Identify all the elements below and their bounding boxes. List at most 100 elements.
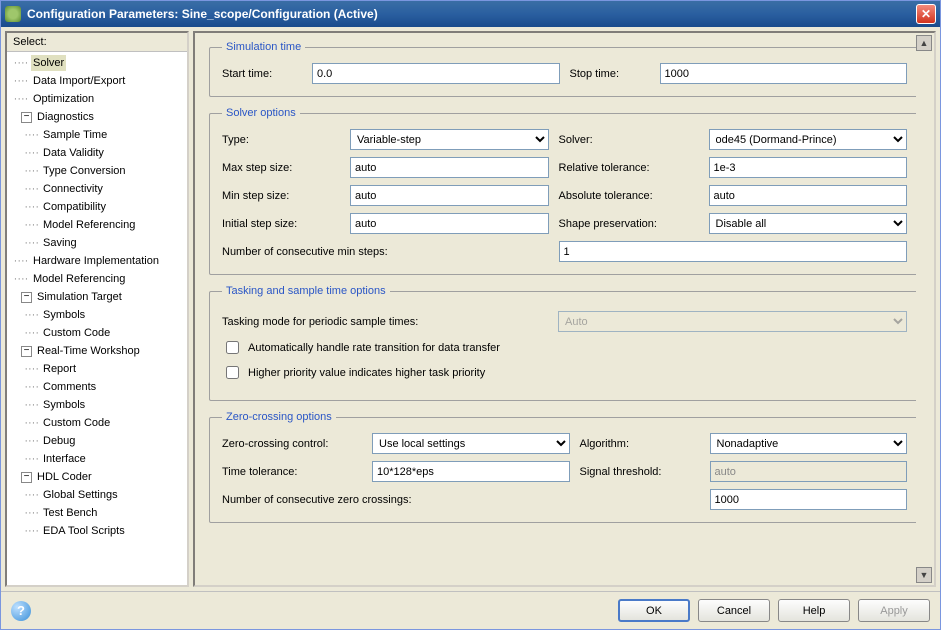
tree-expander-icon[interactable]: −	[21, 112, 32, 123]
consec-min-label: Number of consecutive min steps:	[222, 246, 549, 258]
zc-consec-label: Number of consecutive zero crossings:	[222, 494, 570, 506]
abstol-input[interactable]	[709, 185, 908, 206]
initstep-label: Initial step size:	[222, 218, 340, 230]
tree-item-label: Symbols	[41, 307, 87, 323]
solver-select[interactable]: ode45 (Dormand-Prince)	[709, 129, 908, 150]
tree-item[interactable]: ····Connectivity	[7, 180, 187, 198]
maxstep-input[interactable]	[350, 157, 549, 178]
tree-item-label: Saving	[41, 235, 79, 251]
initstep-input[interactable]	[350, 213, 549, 234]
tree-item[interactable]: ····Model Referencing	[7, 270, 187, 288]
tasking-mode-select: Auto	[558, 311, 907, 332]
cancel-button[interactable]: Cancel	[698, 599, 770, 622]
tree-item[interactable]: ····Comments	[7, 378, 187, 396]
tree-item-label: Report	[41, 361, 78, 377]
tree-item[interactable]: −Simulation Target	[7, 288, 187, 306]
auto-rate-transition-checkbox[interactable]	[226, 341, 239, 354]
close-button[interactable]: ✕	[916, 4, 936, 24]
reltol-label: Relative tolerance:	[559, 162, 699, 174]
apply-button[interactable]: Apply	[858, 599, 930, 622]
tree-item-label: Debug	[41, 433, 77, 449]
zc-control-select[interactable]: Use local settings	[372, 433, 570, 454]
shape-select[interactable]: Disable all	[709, 213, 908, 234]
tree-item[interactable]: ····Data Validity	[7, 144, 187, 162]
higher-priority-checkbox[interactable]	[226, 366, 239, 379]
sidebar-header: Select:	[7, 33, 187, 52]
tree-item[interactable]: ····Custom Code	[7, 324, 187, 342]
tree-item-label: Custom Code	[41, 325, 112, 341]
tree-item[interactable]: ····Model Referencing	[7, 216, 187, 234]
ok-button[interactable]: OK	[618, 599, 690, 622]
scroll-up-icon[interactable]: ▲	[916, 35, 932, 51]
type-select[interactable]: Variable-step	[350, 129, 549, 150]
stop-time-label: Stop time:	[570, 68, 650, 80]
category-tree[interactable]: ····Solver····Data Import/Export····Opti…	[7, 52, 187, 585]
tree-item[interactable]: −Diagnostics	[7, 108, 187, 126]
tree-item[interactable]: −HDL Coder	[7, 468, 187, 486]
tree-item-label: Diagnostics	[35, 109, 96, 125]
tree-item[interactable]: ····Symbols	[7, 306, 187, 324]
config-params-window: Configuration Parameters: Sine_scope/Con…	[0, 0, 941, 630]
tree-item[interactable]: ····Saving	[7, 234, 187, 252]
scroll-down-icon[interactable]: ▼	[916, 567, 932, 583]
start-time-input[interactable]	[312, 63, 560, 84]
tree-item-label: Custom Code	[41, 415, 112, 431]
zero-crossing-group: Zero-crossing options Zero-crossing cont…	[209, 411, 920, 523]
auto-rate-transition-label: Automatically handle rate transition for…	[248, 342, 500, 354]
tree-item[interactable]: ····Custom Code	[7, 414, 187, 432]
tree-item[interactable]: ····Solver	[7, 54, 187, 72]
tree-item[interactable]: ····Global Settings	[7, 486, 187, 504]
simulation-time-group: Simulation time Start time: Stop time:	[209, 41, 920, 97]
tree-expander-icon[interactable]: −	[21, 472, 32, 483]
zc-algo-select[interactable]: Nonadaptive	[710, 433, 908, 454]
tree-item[interactable]: ····Interface	[7, 450, 187, 468]
content-scrollbar[interactable]: ▲ ▼	[916, 35, 932, 583]
maxstep-label: Max step size:	[222, 162, 340, 174]
tree-item-label: Connectivity	[41, 181, 105, 197]
tree-item-label: EDA Tool Scripts	[41, 523, 127, 539]
tree-item[interactable]: ····Hardware Implementation	[7, 252, 187, 270]
tree-item[interactable]: ····Type Conversion	[7, 162, 187, 180]
tree-item-label: Data Import/Export	[31, 73, 127, 89]
tree-expander-icon[interactable]: −	[21, 292, 32, 303]
tree-item[interactable]: ····Report	[7, 360, 187, 378]
app-icon	[5, 6, 21, 22]
tree-item-label: Simulation Target	[35, 289, 124, 305]
tree-item[interactable]: ····Compatibility	[7, 198, 187, 216]
zc-sigthresh-input	[710, 461, 908, 482]
tree-item[interactable]: ····Sample Time	[7, 126, 187, 144]
tree-item-label: Sample Time	[41, 127, 109, 143]
zc-sigthresh-label: Signal threshold:	[580, 466, 700, 478]
solver-label: Solver:	[559, 134, 699, 146]
tree-expander-icon[interactable]: −	[21, 346, 32, 357]
higher-priority-label: Higher priority value indicates higher t…	[248, 367, 485, 379]
stop-time-input[interactable]	[660, 63, 908, 84]
tree-item[interactable]: −Real-Time Workshop	[7, 342, 187, 360]
zc-timetol-input[interactable]	[372, 461, 570, 482]
tree-item[interactable]: ····Debug	[7, 432, 187, 450]
tasking-mode-label: Tasking mode for periodic sample times:	[222, 316, 552, 328]
tree-item-label: Compatibility	[41, 199, 108, 215]
minstep-label: Min step size:	[222, 190, 340, 202]
tree-item-label: Symbols	[41, 397, 87, 413]
tree-item[interactable]: ····Optimization	[7, 90, 187, 108]
tree-item-label: Hardware Implementation	[31, 253, 161, 269]
abstol-label: Absolute tolerance:	[559, 190, 699, 202]
help-button[interactable]: Help	[778, 599, 850, 622]
tree-item-label: Comments	[41, 379, 98, 395]
tree-item-label: Solver	[31, 55, 66, 71]
reltol-input[interactable]	[709, 157, 908, 178]
tree-item-label: Interface	[41, 451, 88, 467]
tree-item[interactable]: ····Test Bench	[7, 504, 187, 522]
help-icon[interactable]: ?	[11, 601, 31, 621]
tree-item[interactable]: ····Data Import/Export	[7, 72, 187, 90]
solver-options-legend: Solver options	[222, 107, 300, 119]
tree-item[interactable]: ····EDA Tool Scripts	[7, 522, 187, 540]
tree-item-label: Global Settings	[41, 487, 120, 503]
start-time-label: Start time:	[222, 68, 302, 80]
tree-item[interactable]: ····Symbols	[7, 396, 187, 414]
tree-item-label: Test Bench	[41, 505, 99, 521]
consec-min-input[interactable]	[559, 241, 908, 262]
minstep-input[interactable]	[350, 185, 549, 206]
zc-consec-input[interactable]	[710, 489, 908, 510]
